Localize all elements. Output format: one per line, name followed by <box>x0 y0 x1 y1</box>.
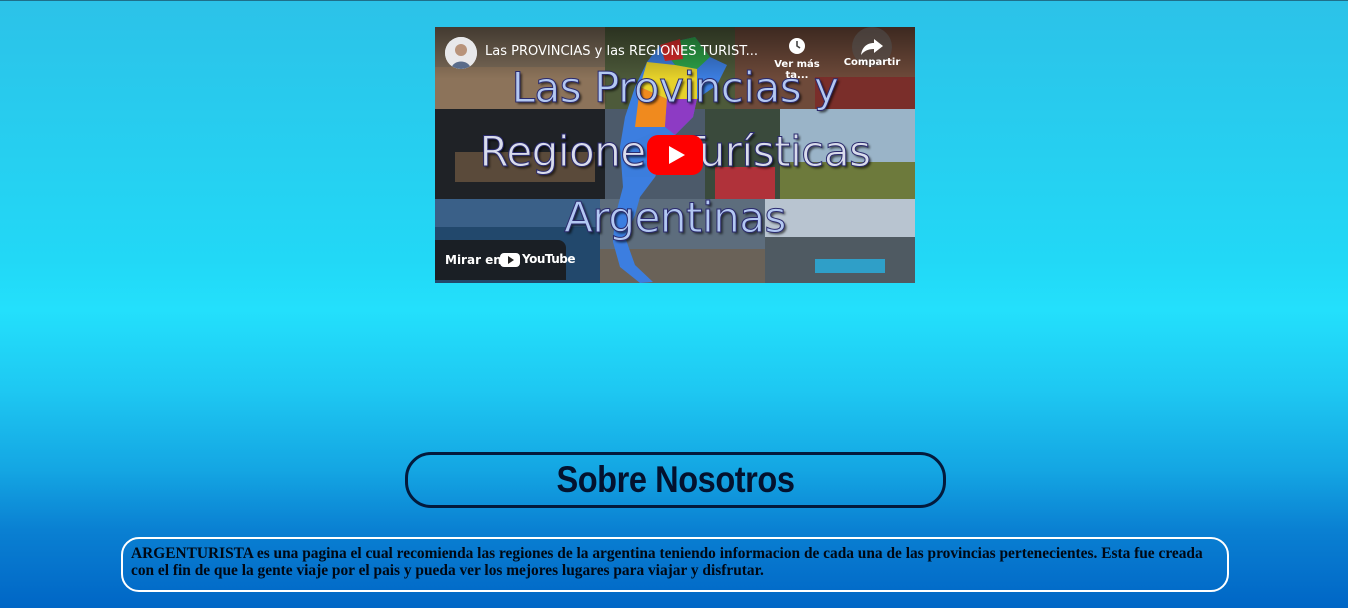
youtube-logo-text: YouTube <box>522 252 576 266</box>
play-button[interactable] <box>647 135 703 175</box>
youtube-video-embed[interactable]: Las PROVINCIAS y las REGIONES TURÍST... … <box>435 27 915 283</box>
clock-icon <box>789 38 805 54</box>
about-heading: Sobre Nosotros <box>556 459 795 500</box>
watch-on-label: Mirar en <box>445 253 502 267</box>
top-border <box>0 0 1348 1</box>
about-text-box: ARGENTURISTA es una pagina el cual recom… <box>121 537 1229 592</box>
thumbnail-title-line-3: Argentinas <box>564 193 787 243</box>
thumbnail-title-line-1: Las Provincias y <box>511 63 839 113</box>
about-heading-box: Sobre Nosotros <box>405 452 946 508</box>
about-text: ARGENTURISTA es una pagina el cual recom… <box>131 545 1203 579</box>
youtube-logo-icon <box>500 253 520 267</box>
video-title[interactable]: Las PROVINCIAS y las REGIONES TURÍST... <box>485 44 760 59</box>
watch-on-youtube-button[interactable]: Mirar en YouTube <box>435 240 576 280</box>
